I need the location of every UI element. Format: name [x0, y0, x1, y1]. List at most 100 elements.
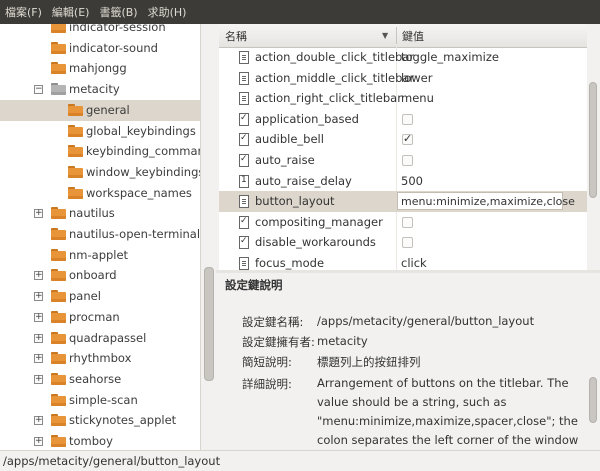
menu-item-1[interactable]: 編輯(E) — [47, 4, 95, 20]
expand-icon[interactable]: + — [34, 354, 43, 364]
key-name: action_right_click_titlebar — [255, 91, 402, 106]
key-name-label: 設定鍵名稱: — [242, 315, 304, 329]
menu-item-2[interactable]: 書籤(B) — [94, 4, 142, 20]
list-icon — [239, 195, 249, 209]
key-value[interactable]: 500 — [401, 174, 423, 188]
expand-icon[interactable]: + — [34, 209, 43, 219]
check-icon — [239, 236, 249, 250]
check-icon — [239, 215, 249, 229]
tree-item-indicator-session[interactable]: indicator-session — [0, 24, 200, 38]
folder-icon — [51, 207, 66, 220]
tree-item-label: window_keybindings — [86, 164, 200, 179]
folder-icon — [51, 228, 66, 240]
tree-item-stickynotes_applet[interactable]: + stickynotes_applet — [0, 410, 200, 431]
tree-item-rhythmbox[interactable]: + rhythmbox — [0, 348, 200, 369]
expand-icon[interactable]: + — [34, 333, 43, 343]
expand-icon[interactable]: + — [34, 312, 43, 322]
tree-item-panel[interactable]: + panel — [0, 286, 200, 307]
table-row[interactable]: focus_mode click — [219, 253, 587, 270]
table-row[interactable]: auto_raise_delay 500 — [219, 171, 587, 192]
tree-item-simple-scan[interactable]: simple-scan — [0, 390, 200, 411]
tree-item-tomboy[interactable]: + tomboy — [0, 431, 200, 450]
tree-item-onboard[interactable]: + onboard — [0, 265, 200, 286]
expand-icon[interactable]: + — [34, 292, 43, 302]
tree-item-label: workspace_names — [86, 185, 192, 200]
menu-bar: 檔案(F) 編輯(E) 書籤(B) 求助(H) — [0, 0, 600, 24]
value-checkbox[interactable] — [402, 237, 413, 249]
long-desc-label: 詳細說明: — [242, 377, 292, 391]
folder-icon — [51, 414, 66, 427]
key-value[interactable]: toggle_maximize — [401, 50, 499, 64]
table-row[interactable]: button_layout menu:minimize,maximize,clos… — [219, 191, 587, 213]
table-row[interactable]: action_right_click_titlebar menu — [219, 88, 587, 109]
table-scrollbar[interactable] — [587, 24, 600, 270]
tree-item-mahjongg[interactable]: mahjongg — [0, 58, 200, 79]
list-icon — [239, 71, 249, 85]
tree-item-general[interactable]: general — [0, 99, 200, 121]
value-edit-field[interactable]: menu:minimize,maximize,close — [397, 192, 575, 211]
column-header-name[interactable]: 名稱 — [225, 28, 247, 44]
folder-icon — [68, 165, 83, 178]
tree-item-quadrapassel[interactable]: + quadrapassel — [0, 328, 200, 349]
value-checkbox[interactable] — [402, 132, 413, 146]
value-checkbox[interactable] — [402, 155, 413, 166]
folder-icon — [51, 41, 66, 54]
menu-item-0[interactable]: 檔案(F) — [0, 4, 47, 20]
tree-item-indicator-sound[interactable]: indicator-sound — [0, 38, 200, 59]
key-value[interactable]: click — [401, 256, 427, 270]
tree-item-label: panel — [69, 289, 101, 304]
expand-icon[interactable]: + — [34, 271, 43, 281]
collapse-icon[interactable]: − — [34, 85, 43, 95]
column-header-value[interactable]: 鍵值 — [402, 28, 424, 44]
owner-label: 設定鍵擁有者: — [242, 335, 315, 349]
tree-item-global_keybindings[interactable]: global_keybindings — [0, 121, 200, 142]
sort-arrow-icon[interactable]: ▼ — [382, 31, 388, 40]
tree-item-procman[interactable]: + procman — [0, 307, 200, 328]
table-row[interactable]: audible_bell — [219, 129, 587, 150]
short-desc-label: 簡短說明: — [242, 355, 292, 369]
tree-scrollbar-thumb[interactable] — [204, 267, 214, 381]
folder-icon — [68, 145, 83, 158]
table-row[interactable]: application_based — [219, 109, 587, 130]
key-name: focus_mode — [255, 256, 325, 270]
tree-item-label: seahorse — [69, 371, 122, 386]
table-row[interactable]: action_double_click_titlebar toggle_maxim… — [219, 47, 587, 68]
key-name: compositing_manager — [255, 214, 383, 229]
tree-item-window_keybindings[interactable]: window_keybindings — [0, 162, 200, 183]
key-value[interactable]: lower — [401, 71, 432, 85]
tree-item-nm-applet[interactable]: nm-applet — [0, 245, 200, 266]
tree-item-workspace_names[interactable]: workspace_names — [0, 183, 200, 204]
table-row[interactable]: compositing_manager — [219, 212, 587, 233]
key-name: button_layout — [255, 194, 335, 209]
tree-scrollbar[interactable] — [200, 24, 216, 450]
folder-icon — [68, 124, 83, 137]
key-name: application_based — [255, 111, 359, 126]
expand-icon[interactable]: + — [34, 416, 43, 426]
value-edit-text: menu:minimize,maximize,close — [401, 195, 575, 209]
table-row[interactable]: disable_workarounds — [219, 232, 587, 253]
table-row[interactable]: auto_raise — [219, 150, 587, 171]
description-scrollbar-thumb[interactable] — [589, 377, 597, 423]
key-name: action_middle_click_titlebar — [255, 70, 415, 85]
owner-value: metacity — [317, 334, 368, 348]
tree-item-nautilus-open-terminal[interactable]: nautilus-open-terminal — [0, 224, 200, 245]
menu-item-3[interactable]: 求助(H) — [143, 4, 192, 20]
key-value[interactable]: menu — [401, 91, 434, 105]
tree-item-metacity[interactable]: − metacity — [0, 79, 200, 100]
expand-icon[interactable]: + — [34, 374, 43, 384]
tree-item-keybinding_commands[interactable]: keybinding_commands — [0, 141, 200, 162]
folder-icon — [51, 62, 66, 75]
tree-item-label: onboard — [69, 268, 117, 283]
table-scrollbar-thumb[interactable] — [589, 82, 597, 198]
tree-item-nautilus[interactable]: + nautilus — [0, 203, 200, 224]
key-description-panel: 設定鍵說明 設定鍵名稱: /apps/metacity/general/butt… — [216, 273, 600, 450]
check-icon — [239, 112, 249, 126]
tree-item-label: indicator-session — [69, 24, 166, 34]
folder-icon — [51, 435, 66, 447]
value-checkbox[interactable] — [402, 216, 413, 228]
tree-item-seahorse[interactable]: + seahorse — [0, 369, 200, 390]
table-row[interactable]: action_middle_click_titlebar lower — [219, 68, 587, 89]
value-checkbox[interactable] — [402, 113, 413, 125]
expand-icon[interactable]: + — [34, 437, 43, 446]
description-scrollbar[interactable] — [586, 273, 600, 450]
